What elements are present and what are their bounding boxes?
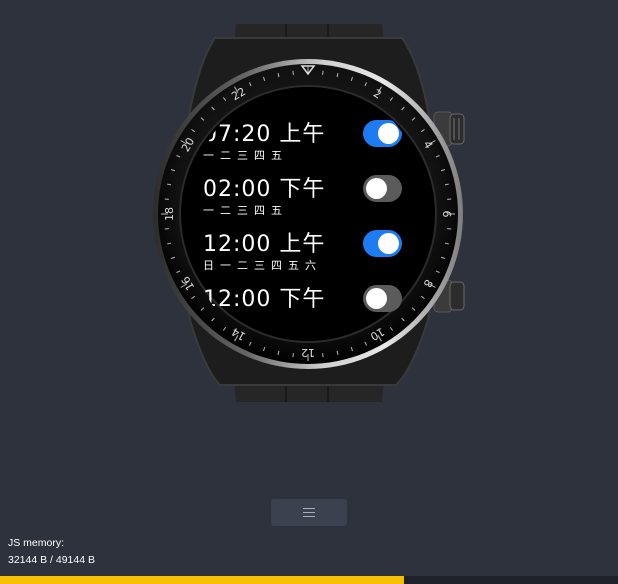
hamburger-icon — [303, 508, 315, 517]
toggle-knob — [366, 178, 387, 199]
js-memory-label: JS memory: — [8, 537, 65, 549]
toggle-knob — [366, 288, 387, 309]
alarm-days: 一二三四五 — [203, 204, 288, 217]
alarm-toggle[interactable] — [363, 175, 402, 202]
alarm-time: 12:00 下午 — [203, 287, 326, 312]
alarm-time: 12:00 上午 — [203, 232, 326, 257]
alarm-time: 02:00 下午 — [203, 177, 326, 202]
alarm-item[interactable]: 12:00 上午日一二三四五六 — [203, 226, 413, 281]
alarm-toggle[interactable] — [363, 230, 402, 257]
smartwatch: 2 4 6 8 10 12 14 16 18 20 22 07:20 上午 一二三四五 02:00 下午… — [0, 0, 618, 420]
alarm-item[interactable]: 12:00 下午 — [203, 281, 413, 336]
alarm-toggle[interactable] — [363, 285, 402, 312]
alarm-toggle[interactable] — [363, 120, 402, 147]
alarm-item[interactable]: 07:20 上午一二三四五 — [203, 116, 413, 171]
memory-usage-fill — [0, 576, 405, 584]
alarm-days: 一二三四五 — [203, 149, 288, 162]
toggle-knob — [378, 233, 399, 254]
alarm-item[interactable]: 02:00 下午一二三四五 — [203, 171, 413, 226]
watch-screen: 07:20 上午 一二三四五 02:00 下午 一二三四五 12:00 上午 日一二三四五… — [191, 80, 425, 360]
toggle-knob — [378, 123, 399, 144]
memory-usage-bar — [0, 576, 618, 584]
alarm-time: 07:20 上午 — [203, 122, 326, 147]
bezel-number: 6 — [440, 211, 453, 218]
js-memory-value: 32144 B / 49144 B — [8, 554, 95, 566]
alarm-days: 日一二三四五六 — [203, 259, 322, 272]
bezel-number: 18 — [163, 207, 176, 221]
menu-button[interactable] — [271, 499, 347, 526]
alarm-list: 07:20 上午 一二三四五 02:00 下午 一二三四五 12:00 上午 日一二三四五… — [203, 116, 413, 336]
